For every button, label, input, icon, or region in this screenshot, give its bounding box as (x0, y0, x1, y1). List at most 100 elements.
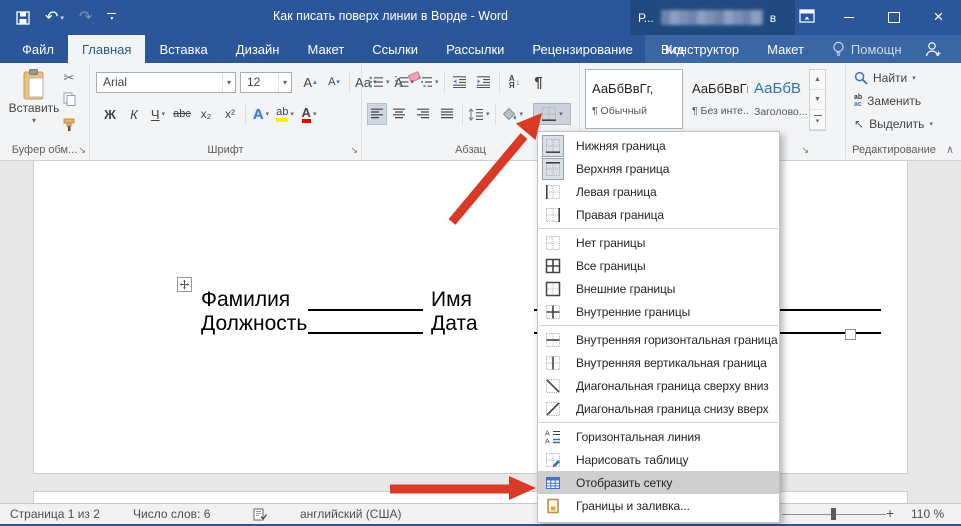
bullets-caret-icon[interactable]: ▾ (386, 78, 390, 86)
close-button[interactable]: × (916, 0, 961, 34)
bold-button[interactable]: Ж (98, 103, 122, 125)
account-area[interactable]: Р... в (630, 0, 795, 35)
zoom-in-button[interactable]: + (886, 505, 894, 521)
font-dialog-launcher[interactable]: ↘ (350, 146, 358, 155)
tab-home[interactable]: Главная (68, 35, 145, 63)
undo-button[interactable]: ↶ ▾ (45, 10, 64, 26)
align-left-button[interactable] (367, 103, 387, 125)
highlight-caret-icon[interactable]: ▾ (290, 110, 294, 118)
numbering-caret-icon[interactable]: ▾ (411, 78, 415, 86)
numbering-button[interactable]: ▾ (392, 71, 417, 93)
menu-item-borders-and-shading[interactable]: Границы и заливка... (538, 494, 779, 517)
underline-caret-icon[interactable]: ▾ (162, 110, 166, 118)
tab-layout[interactable]: Макет (293, 35, 358, 63)
clipboard-dialog-launcher[interactable]: ↘ (78, 146, 86, 155)
minimize-button[interactable] (826, 0, 871, 34)
text-effects-button[interactable]: А ▾ (249, 103, 273, 125)
shading-button[interactable]: ▾ (499, 103, 526, 125)
select-caret-icon[interactable]: ▾ (929, 120, 933, 128)
subscript-button[interactable]: x₂ (194, 103, 218, 125)
sort-button[interactable]: АЯ ↓ (503, 71, 527, 93)
styles-dialog-launcher[interactable]: ↘ (801, 146, 809, 155)
zoom-slider-thumb[interactable] (831, 508, 836, 520)
redo-button[interactable]: ↷ (79, 10, 92, 26)
find-caret-icon[interactable]: ▾ (912, 74, 916, 82)
show-paragraph-marks-button[interactable]: ¶ (527, 71, 551, 93)
tell-me-button[interactable]: Помощн (832, 41, 902, 58)
style-heading[interactable]: АаБбВ Заголово... (748, 69, 808, 129)
styles-scroll-up-button[interactable]: ▲ (810, 70, 825, 90)
menu-item-inside-vertical-border[interactable]: Внутренняя вертикальная граница (538, 351, 779, 374)
menu-item-outside-borders[interactable]: Внешние границы (538, 277, 779, 300)
underline-button[interactable]: Ч ▾ (146, 103, 170, 125)
multilevel-list-button[interactable]: ▾ (416, 71, 441, 93)
menu-item-left-border[interactable]: Левая граница (538, 180, 779, 203)
grow-font-button[interactable]: А▴ (298, 71, 322, 93)
styles-gallery-more-button[interactable]: ▾ (810, 110, 825, 130)
borders-button[interactable]: ▾ (533, 103, 571, 125)
collapse-ribbon-button[interactable]: ∧ (946, 143, 954, 156)
table-resize-handle[interactable] (845, 329, 856, 340)
cut-button[interactable]: ✂ (64, 71, 75, 85)
line-spacing-button[interactable]: ▾ (466, 103, 492, 125)
strikethrough-button[interactable]: abc (170, 103, 194, 125)
bullets-button[interactable]: ▾ (367, 71, 392, 93)
decrease-indent-button[interactable] (448, 71, 472, 93)
align-right-button[interactable] (411, 103, 435, 125)
font-family-caret-icon[interactable]: ▾ (222, 73, 235, 92)
menu-item-diagonal-up-border[interactable]: Диагональная граница снизу вверх (538, 397, 779, 420)
tab-review[interactable]: Рецензирование (518, 35, 646, 63)
tab-insert[interactable]: Вставка (145, 35, 221, 63)
ribbon-display-options-button[interactable] (799, 9, 815, 28)
save-button[interactable] (16, 11, 30, 25)
menu-item-draw-table[interactable]: Нарисовать таблицу (538, 448, 779, 471)
share-contact-button[interactable] (924, 41, 942, 57)
font-family-combo[interactable]: Arial ▾ (96, 72, 236, 93)
tab-file[interactable]: Файл (8, 35, 68, 63)
multilevel-caret-icon[interactable]: ▾ (435, 78, 439, 86)
line-spacing-caret-icon[interactable]: ▾ (486, 110, 490, 118)
shading-caret-icon[interactable]: ▾ (520, 110, 524, 118)
tab-references[interactable]: Ссылки (358, 35, 432, 63)
menu-item-right-border[interactable]: Правая граница (538, 203, 779, 226)
customize-qat-button[interactable]: ▾ (107, 13, 116, 22)
menu-item-diagonal-down-border[interactable]: Диагональная граница сверху вниз (538, 374, 779, 397)
font-color-caret-icon[interactable]: ▾ (313, 110, 317, 118)
style-normal[interactable]: АаБбВвГг, ¶ Обычный (585, 69, 683, 129)
tab-design[interactable]: Дизайн (222, 35, 294, 63)
tab-table-design[interactable]: Конструктор (651, 42, 753, 57)
menu-item-horizontal-line[interactable]: A A Горизонтальная линия (538, 425, 779, 448)
menu-item-inside-borders[interactable]: Внутренние границы (538, 300, 779, 323)
tab-mailings[interactable]: Рассылки (432, 35, 518, 63)
font-color-button[interactable]: А ▾ (297, 103, 321, 125)
paste-caret-icon[interactable]: ▾ (32, 116, 36, 125)
menu-item-top-border[interactable]: Верхняя граница (538, 157, 779, 180)
menu-item-bottom-border[interactable]: Нижняя граница (538, 134, 779, 157)
increase-indent-button[interactable] (472, 71, 496, 93)
highlight-button[interactable]: ab ▾ (273, 103, 297, 125)
select-button[interactable]: ↖ Выделить ▾ (854, 117, 933, 131)
word-count[interactable]: Число слов: 6 (133, 507, 210, 521)
font-size-combo[interactable]: 12 ▾ (240, 72, 292, 93)
italic-button[interactable]: К (122, 103, 146, 125)
menu-item-inside-horizontal-border[interactable]: Внутренняя горизонтальная граница (538, 328, 779, 351)
menu-item-no-border[interactable]: Нет границы (538, 231, 779, 254)
find-button[interactable]: Найти ▾ (854, 71, 916, 85)
proofing-status-button[interactable] (253, 508, 268, 524)
shrink-font-button[interactable]: А▾ (322, 71, 346, 93)
justify-button[interactable] (435, 103, 459, 125)
menu-item-view-gridlines[interactable]: Отобразить сетку (538, 471, 779, 494)
styles-scroll-down-button[interactable]: ▼ (810, 90, 825, 110)
borders-caret-icon[interactable]: ▾ (559, 110, 563, 118)
replace-button[interactable]: ab ac Заменить (854, 94, 921, 108)
table-move-handle[interactable] (177, 277, 192, 292)
paste-button[interactable]: Вставить ▾ (8, 69, 60, 147)
text-effects-caret-icon[interactable]: ▾ (266, 110, 270, 118)
maximize-button[interactable] (871, 0, 916, 34)
superscript-button[interactable]: x² (218, 103, 242, 125)
menu-item-all-borders[interactable]: Все границы (538, 254, 779, 277)
page-indicator[interactable]: Страница 1 из 2 (10, 507, 100, 521)
style-no-spacing[interactable]: АаБбВвГг, ¶ Без инте... (686, 69, 746, 129)
language-indicator[interactable]: английский (США) (300, 507, 401, 521)
copy-button[interactable] (63, 92, 76, 111)
